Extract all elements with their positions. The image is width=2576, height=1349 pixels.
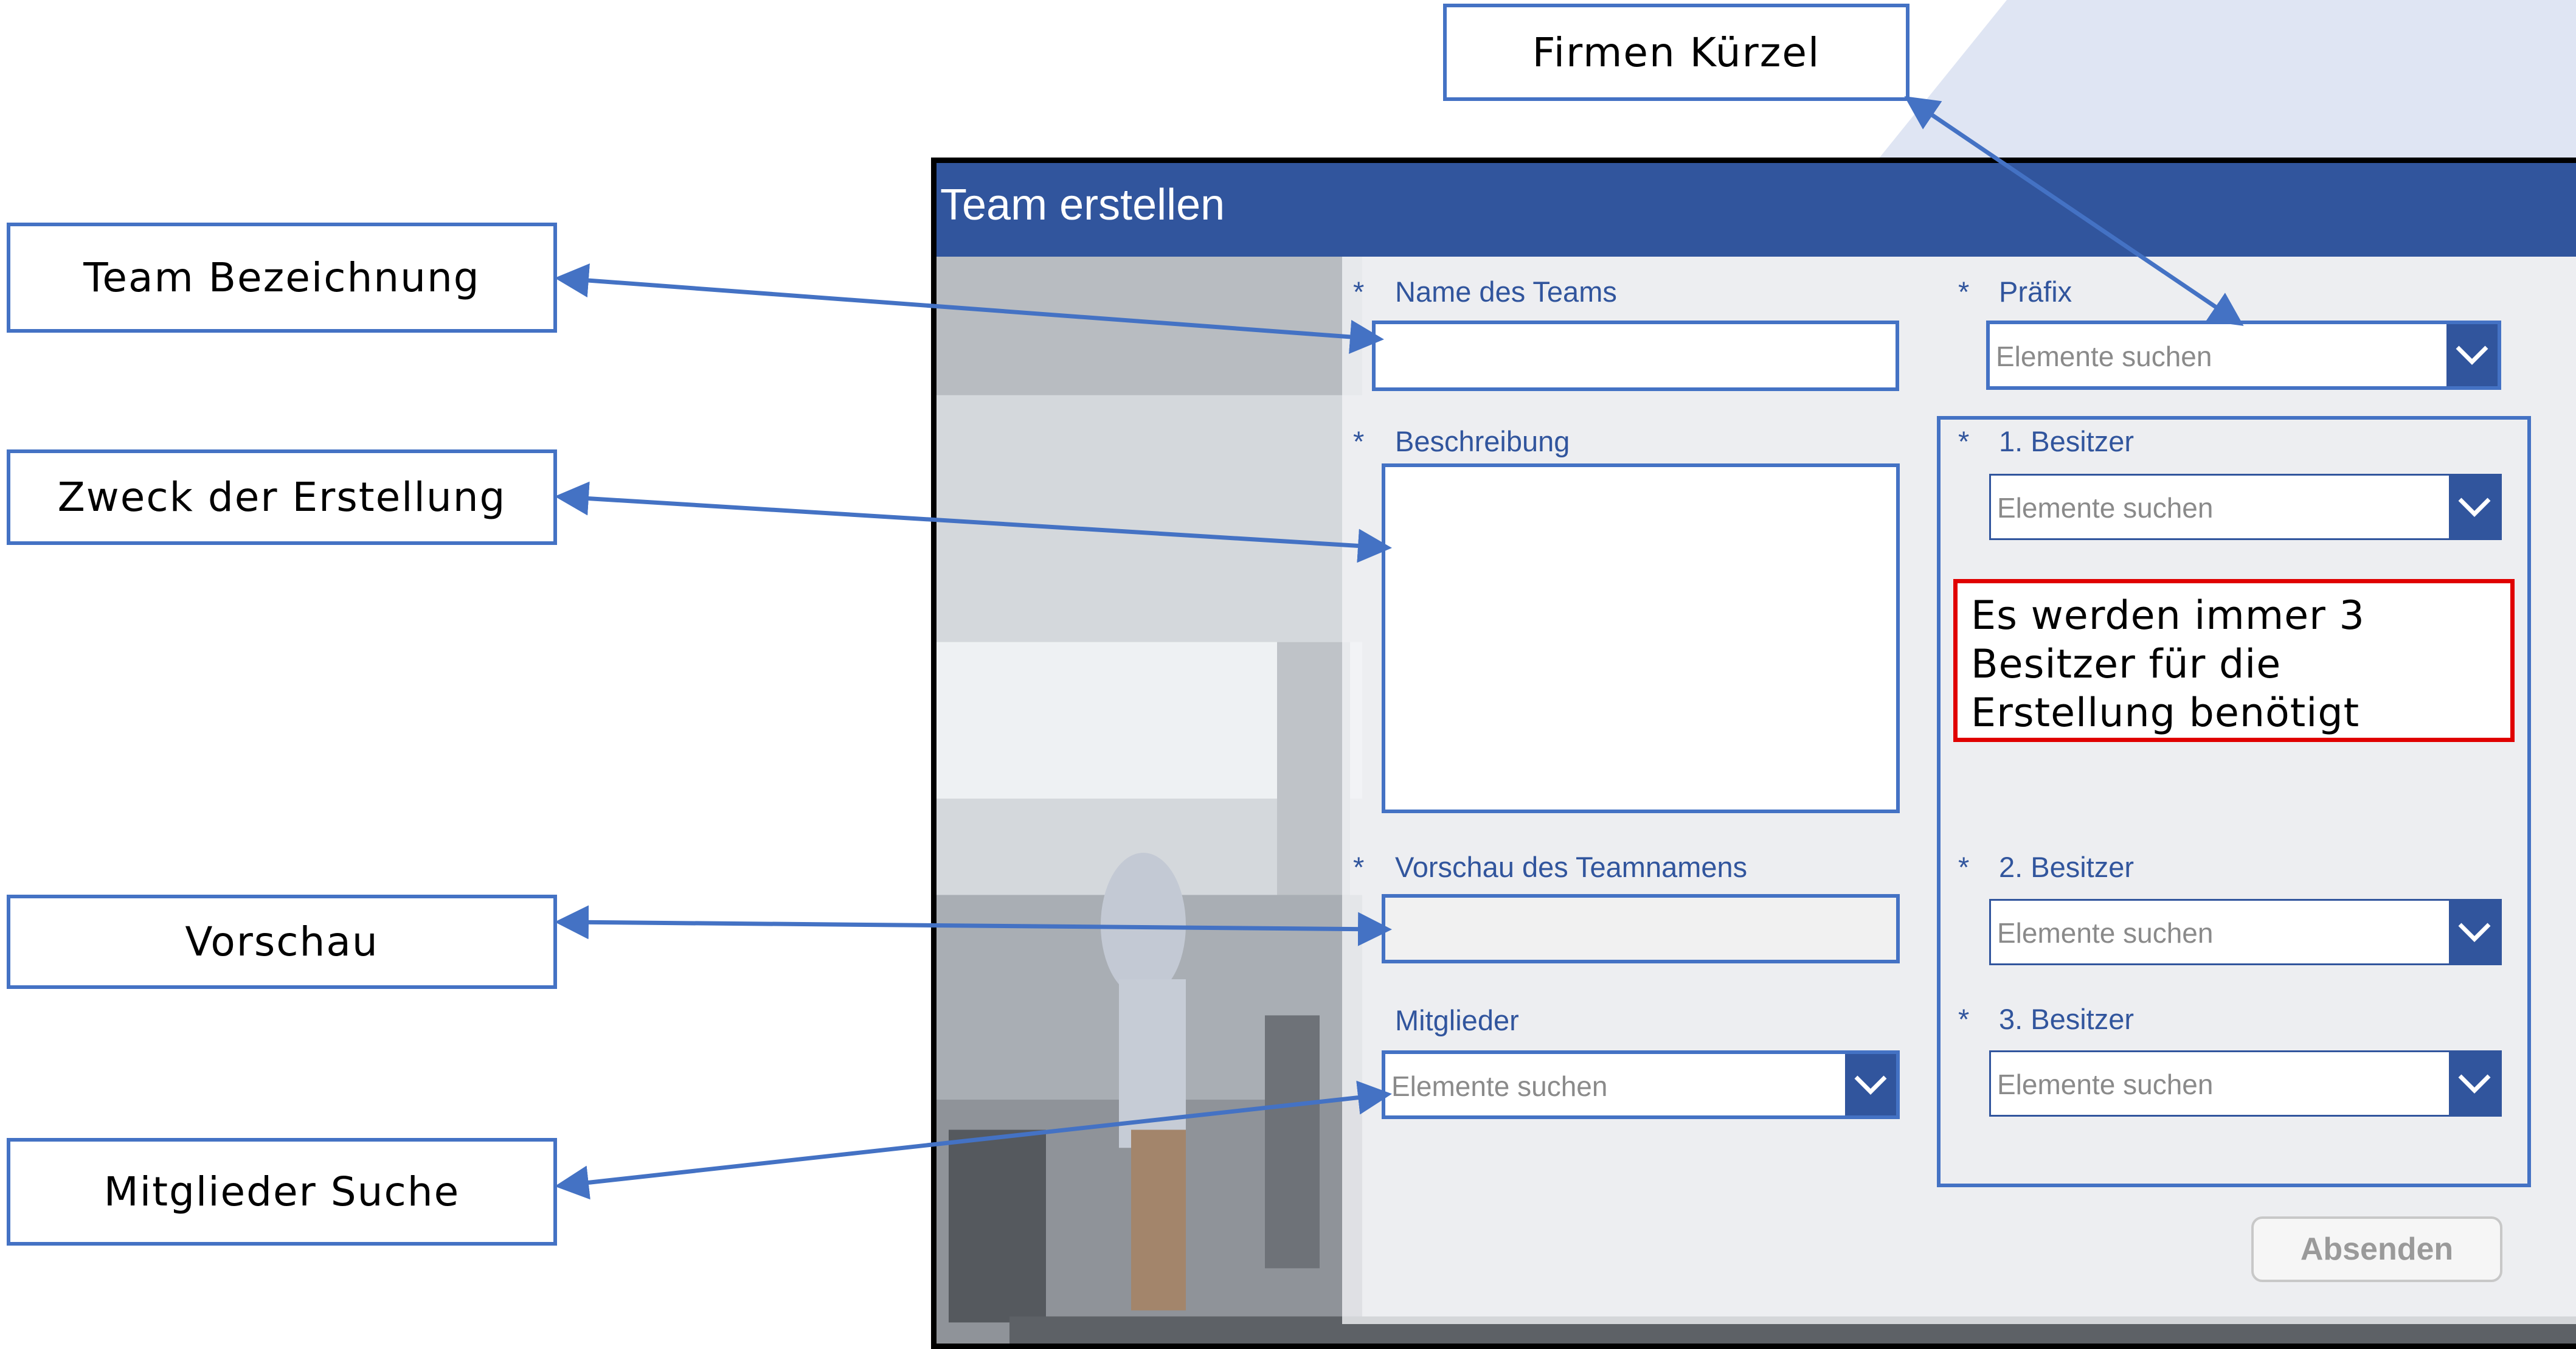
team-name-input[interactable] [1372,321,1899,391]
preview-field [1382,894,1900,963]
callout-team-name: Team Bezeichnung [7,223,557,333]
description-textarea[interactable] [1382,463,1900,813]
owner2-combobox[interactable]: Elemente suchen [1989,899,2502,965]
chevron-down-icon[interactable] [2449,476,2500,538]
members-placeholder: Elemente suchen [1391,1070,1608,1102]
prefix-label: Präfix [1999,276,2072,308]
required-marker: * [1958,425,1970,457]
owner3-combobox[interactable]: Elemente suchen [1989,1050,2502,1117]
team-name-label: Name des Teams [1395,276,1617,308]
chevron-down-icon[interactable] [2449,901,2500,963]
owner-requirement-note: Es werden immer 3 Besitzer für die Erste… [1953,579,2515,742]
description-label: Beschreibung [1395,425,1570,457]
owner3-label: 3. Besitzer [1999,1003,2135,1035]
callout-company-prefix: Firmen Kürzel [1443,4,1909,101]
owner2-placeholder: Elemente suchen [1997,917,2214,949]
owner1-combobox[interactable]: Elemente suchen [1989,474,2502,540]
owner1-label: 1. Besitzer [1999,425,2135,457]
submit-button[interactable]: Absenden [2251,1216,2502,1282]
prefix-combobox[interactable]: Elemente suchen [1986,321,2501,390]
annotated-screenshot: Team erstellen * Name des Teams * Beschr… [0,0,2576,1349]
required-marker: * [1353,425,1365,457]
required-marker: * [1353,851,1365,883]
prefix-placeholder: Elemente suchen [1996,341,2212,372]
callout-members: Mitglieder Suche [7,1138,557,1246]
chevron-down-icon[interactable] [2446,324,2498,386]
chevron-down-icon[interactable] [1845,1054,1896,1115]
required-marker: * [1958,851,1970,883]
required-marker: * [1958,276,1970,308]
app-title: Team erstellen [940,181,1225,229]
required-marker: * [1958,1003,1970,1035]
title-bar: Team erstellen [937,163,2576,257]
callout-preview: Vorschau [7,895,557,989]
preview-label: Vorschau des Teamnamens [1395,851,1748,883]
callout-purpose: Zweck der Erstellung [7,449,557,545]
owner1-placeholder: Elemente suchen [1997,492,2214,524]
chevron-down-icon[interactable] [2449,1052,2500,1115]
members-combobox[interactable]: Elemente suchen [1382,1050,1900,1119]
members-label: Mitglieder [1395,1004,1519,1036]
required-marker: * [1353,276,1365,308]
owner3-placeholder: Elemente suchen [1997,1069,2214,1100]
owner2-label: 2. Besitzer [1999,851,2135,883]
